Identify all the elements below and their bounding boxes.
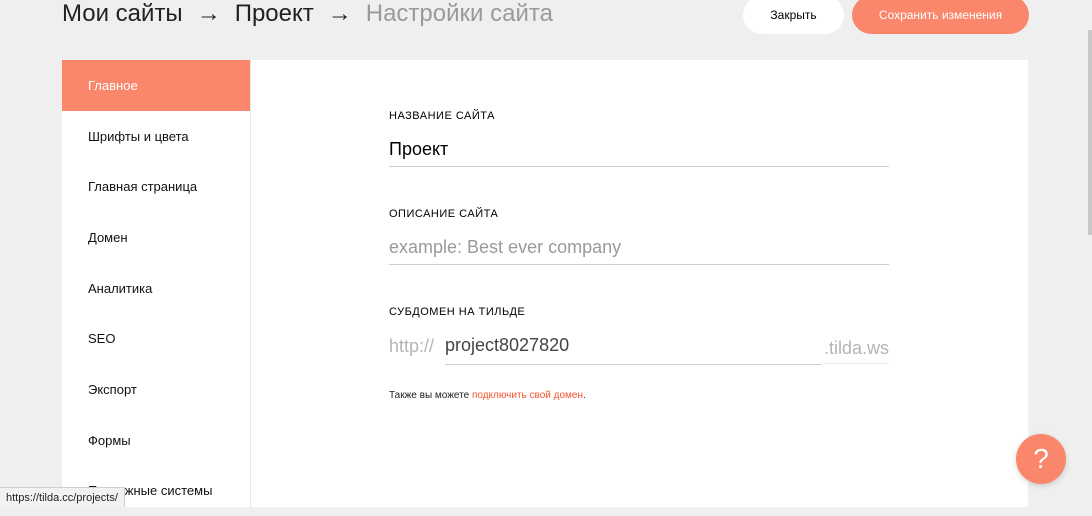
status-bar-url: https://tilda.cc/projects/: [0, 487, 125, 507]
save-changes-button[interactable]: Сохранить изменения: [852, 0, 1029, 34]
page-title: Настройки сайта: [366, 0, 553, 28]
sidebar-item-main[interactable]: Главное: [62, 60, 250, 111]
sidebar-item-analytics[interactable]: Аналитика: [62, 263, 250, 314]
scrollbar[interactable]: [1088, 30, 1092, 235]
sidebar-item-domain[interactable]: Домен: [62, 212, 250, 263]
site-name-label: НАЗВАНИЕ САЙТА: [389, 110, 889, 122]
subdomain-prefix: http://: [389, 336, 445, 357]
subdomain-label: СУБДОМЕН НА ТИЛЬДЕ: [389, 306, 889, 318]
question-icon: ?: [1033, 443, 1049, 475]
subdomain-suffix: .tilda.ws: [824, 328, 889, 364]
sidebar-item-seo[interactable]: SEO: [62, 313, 250, 364]
site-name-input[interactable]: Проект: [389, 132, 889, 167]
sidebar-item-fonts-colors[interactable]: Шрифты и цвета: [62, 111, 250, 162]
subdomain-field-group: СУБДОМЕН НА ТИЛЬДЕ http:// project802782…: [389, 306, 889, 364]
breadcrumb: Мои сайты → Проект → Настройки сайта: [62, 0, 553, 31]
site-name-field-group: НАЗВАНИЕ САЙТА Проект: [389, 110, 889, 167]
settings-sidebar: Главное Шрифты и цвета Главная страница …: [62, 60, 251, 507]
site-description-input[interactable]: example: Best ever company: [389, 230, 889, 265]
site-description-label: ОПИСАНИЕ САЙТА: [389, 208, 889, 220]
breadcrumb-my-sites[interactable]: Мои сайты: [62, 0, 183, 28]
sidebar-item-export[interactable]: Экспорт: [62, 364, 250, 415]
sidebar-item-forms[interactable]: Формы: [62, 415, 250, 466]
settings-panel: НАЗВАНИЕ САЙТА Проект ОПИСАНИЕ САЙТА exa…: [251, 60, 1028, 507]
breadcrumb-arrow-icon: →: [197, 0, 221, 28]
site-description-field-group: ОПИСАНИЕ САЙТА example: Best ever compan…: [389, 208, 889, 265]
hint-end: .: [583, 390, 586, 401]
breadcrumb-arrow-icon: →: [328, 0, 352, 28]
subdomain-row: http:// project8027820 .tilda.ws: [389, 328, 889, 364]
sidebar-item-home-page[interactable]: Главная страница: [62, 161, 250, 212]
connect-domain-link[interactable]: подключить свой домен: [472, 390, 583, 401]
close-button[interactable]: Закрыть: [743, 0, 844, 34]
subdomain-input[interactable]: project8027820: [445, 328, 822, 365]
breadcrumb-project[interactable]: Проект: [235, 0, 314, 28]
hint-text: Также вы можете: [389, 390, 472, 401]
help-button[interactable]: ?: [1016, 434, 1066, 484]
custom-domain-hint: Также вы можете подключить свой домен.: [389, 390, 586, 401]
